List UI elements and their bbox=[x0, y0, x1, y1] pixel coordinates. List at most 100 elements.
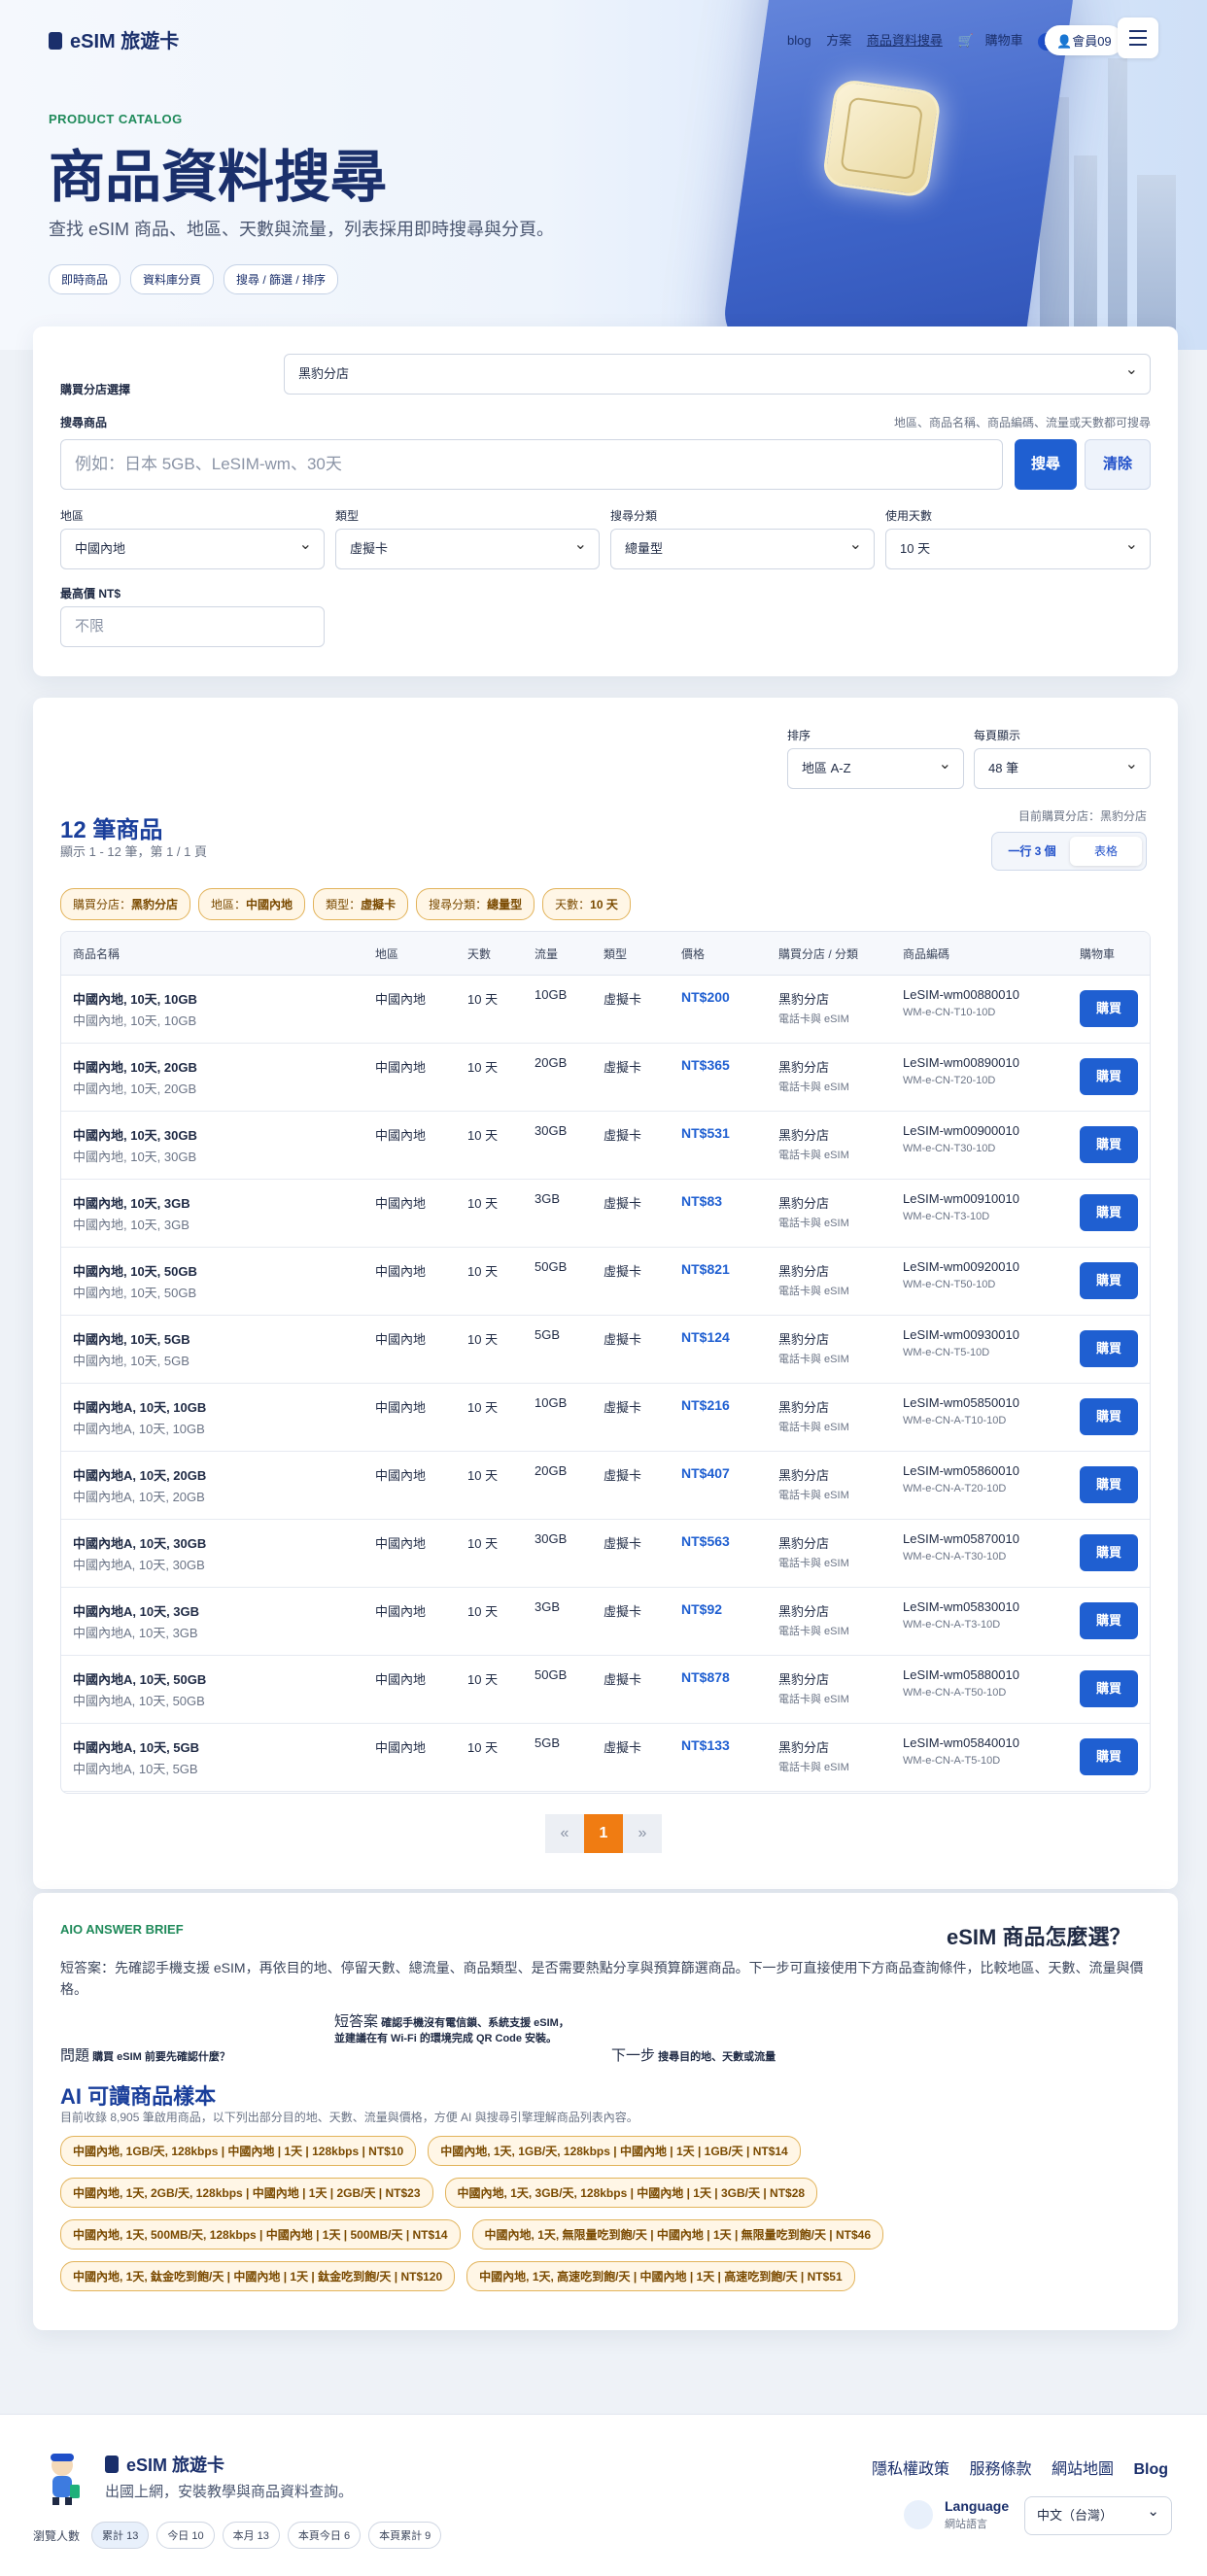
sample-tag[interactable]: 中國內地, 1天, 500MB/天, 128kbps | 中國內地 | 1天 |… bbox=[60, 2219, 461, 2250]
stat-badge: 本頁累計 9 bbox=[368, 2522, 442, 2549]
buy-button[interactable]: 購買 bbox=[1080, 1058, 1138, 1095]
search-hint: 地區、商品名稱、商品編碼、流量或天數都可搜尋 bbox=[893, 416, 1151, 429]
cell-region: 中國內地 bbox=[375, 1672, 427, 1687]
table-header: 商品名稱 地區 天數 流量 類型 價格 購買分店 / 分類 商品編碼 購物車 bbox=[61, 932, 1150, 976]
filter-tag[interactable]: 購買分店：黑豹分店 bbox=[60, 888, 191, 920]
cell-region: 中國內地 bbox=[375, 1196, 427, 1211]
search-button[interactable]: 搜尋 bbox=[1015, 439, 1077, 490]
cell-name: 中國內地, 10天, 10GB bbox=[73, 992, 197, 1007]
footer-link-privacy[interactable]: 隱私權政策 bbox=[872, 2461, 949, 2478]
next-page-button[interactable]: » bbox=[623, 1814, 662, 1853]
days-select[interactable]: 10 天 bbox=[885, 526, 1151, 569]
cell-price: NT$83 bbox=[681, 1193, 723, 1209]
view-grid-button[interactable]: 一行 3 個 bbox=[996, 837, 1068, 866]
cell-sub: 中國內地A, 10天, 30GB bbox=[73, 1558, 205, 1572]
filter-tag[interactable]: 類型：虛擬卡 bbox=[313, 888, 409, 920]
store-select[interactable]: 黑豹分店 bbox=[284, 351, 1151, 395]
buy-button[interactable]: 購買 bbox=[1080, 990, 1138, 1027]
sample-tag[interactable]: 中國內地, 1天, 高速吃到飽/天 | 中國內地 | 1天 | 高速吃到飽/天 … bbox=[466, 2261, 855, 2291]
cell-type: 虛擬卡 bbox=[604, 1264, 642, 1279]
cell-data: 5GB bbox=[535, 1735, 561, 1750]
cell-type: 虛擬卡 bbox=[604, 1604, 642, 1619]
cell-sub: 中國內地, 10天, 5GB bbox=[73, 1354, 190, 1368]
cell-code2: WM-e-CN-A-T10-10D bbox=[903, 1415, 1007, 1426]
visitor-stats: 瀏覽人數 累計 13 今日 10 本月 13 本頁今日 6 本頁累計 9 bbox=[33, 2522, 442, 2549]
buy-button[interactable]: 購買 bbox=[1080, 1262, 1138, 1299]
type-select[interactable]: 虛擬卡 bbox=[335, 526, 600, 569]
buy-button[interactable]: 購買 bbox=[1080, 1466, 1138, 1503]
sample-tag[interactable]: 中國內地, 1天, 1GB/天, 128kbps | 中國內地 | 1天 | 1… bbox=[428, 2136, 801, 2166]
footer-link-terms[interactable]: 服務條款 bbox=[970, 2461, 1032, 2478]
buy-button[interactable]: 購買 bbox=[1080, 1398, 1138, 1435]
cell-type: 虛擬卡 bbox=[604, 992, 642, 1007]
cell-sub: 中國內地A, 10天, 3GB bbox=[73, 1626, 198, 1640]
footer-link-sitemap[interactable]: 網站地圖 bbox=[1052, 2461, 1114, 2478]
cell-data: 3GB bbox=[535, 1191, 561, 1206]
buy-button[interactable]: 購買 bbox=[1080, 1534, 1138, 1571]
sample-tags: 中國內地, 1GB/天, 128kbps | 中國內地 | 1天 | 128kb… bbox=[60, 2136, 1149, 2291]
max-price-input[interactable]: 不限 bbox=[60, 606, 325, 647]
cell-store: 黑豹分店 bbox=[778, 1128, 830, 1143]
nav-link-plans[interactable]: 方案 bbox=[826, 33, 851, 48]
results-panel: 排序 地區 A-Z 每頁顯示 48 筆 12 筆商品 顯示 1 - 12 筆，第… bbox=[33, 698, 1178, 1889]
cell-cat: 電話卡與 eSIM bbox=[778, 1422, 849, 1433]
sample-tag[interactable]: 中國內地, 1天, 3GB/天, 128kbps | 中國內地 | 1天 | 3… bbox=[444, 2178, 818, 2208]
cell-store: 黑豹分店 bbox=[778, 1060, 830, 1075]
footer-link-blog[interactable]: Blog bbox=[1133, 2461, 1168, 2478]
cell-code2: WM-e-CN-T3-10D bbox=[903, 1211, 990, 1222]
category-select[interactable]: 總量型 bbox=[610, 526, 875, 569]
filter-tag[interactable]: 搜尋分類：總量型 bbox=[416, 888, 535, 920]
cell-code: LeSIM-wm05860010 bbox=[903, 1463, 1019, 1478]
buy-button[interactable]: 購買 bbox=[1080, 1194, 1138, 1231]
sort-select[interactable]: 地區 A-Z bbox=[787, 745, 964, 789]
table-row: 中國內地A, 10天, 3GB 中國內地A, 10天, 3GB 中國內地 10 天 3G… bbox=[61, 1588, 1150, 1656]
cell-days: 10 天 bbox=[467, 1672, 499, 1687]
buy-button[interactable]: 購買 bbox=[1080, 1738, 1138, 1775]
sample-tag[interactable]: 中國內地, 1天, 鈦金吃到飽/天 | 中國內地 | 1天 | 鈦金吃到飽/天 … bbox=[60, 2261, 456, 2291]
search-panel: 購買分店選擇 黑豹分店 搜尋商品 地區、商品名稱、商品編碼、流量或天數都可搜尋 … bbox=[33, 326, 1178, 676]
site-logo[interactable]: eSIM 旅遊卡 bbox=[49, 25, 179, 53]
hero-chips: 即時商品 資料庫分頁 搜尋 / 篩選 / 排序 bbox=[49, 264, 339, 294]
prev-page-button[interactable]: « bbox=[545, 1814, 584, 1853]
cell-code: LeSIM-wm00910010 bbox=[903, 1191, 1019, 1206]
aio-answer: 短答案：先確認手機支援 eSIM，再依目的地、停留天數、總流量、商品類型、是否需… bbox=[60, 1960, 1144, 1997]
filter-tag[interactable]: 地區：中國內地 bbox=[198, 888, 306, 920]
cell-code2: WM-e-CN-A-T5-10D bbox=[903, 1755, 1001, 1767]
cell-cat: 電話卡與 eSIM bbox=[778, 1150, 849, 1161]
buy-button[interactable]: 購買 bbox=[1080, 1602, 1138, 1639]
skyline-building bbox=[1108, 58, 1127, 350]
filter-tag[interactable]: 天數：10 天 bbox=[542, 888, 631, 920]
table-row: 中國內地, 10天, 30GB 中國內地, 10天, 30GB 中國內地 10 天 30… bbox=[61, 1112, 1150, 1180]
visitor-stats-label: 瀏覽人數 bbox=[33, 2528, 81, 2543]
menu-button[interactable] bbox=[1118, 17, 1158, 58]
search-input[interactable]: 例如：日本 5GB、LeSIM-wm、30天 bbox=[60, 439, 1003, 490]
cell-region: 中國內地 bbox=[375, 1400, 427, 1415]
sample-tag[interactable]: 中國內地, 1天, 2GB/天, 128kbps | 中國內地 | 1天 | 2… bbox=[60, 2178, 433, 2208]
cell-data: 30GB bbox=[535, 1531, 568, 1546]
region-select[interactable]: 中國內地 bbox=[60, 526, 325, 569]
buy-button[interactable]: 購買 bbox=[1080, 1670, 1138, 1707]
col-header: 類型 bbox=[604, 947, 628, 961]
footer-logo[interactable]: eSIM 旅遊卡 bbox=[105, 2452, 224, 2477]
cell-code: LeSIM-wm00930010 bbox=[903, 1327, 1019, 1342]
clear-button[interactable]: 清除 bbox=[1085, 439, 1151, 490]
table-row: 中國內地A, 10天, 5GB 中國內地A, 10天, 5GB 中國內地 10 天 5G… bbox=[61, 1724, 1150, 1792]
sample-tag[interactable]: 中國內地, 1天, 無限量吃到飽/天 | 中國內地 | 1天 | 無限量吃到飽/… bbox=[471, 2219, 884, 2250]
nav-link-blog[interactable]: blog bbox=[787, 33, 811, 48]
sample-tag[interactable]: 中國內地, 1GB/天, 128kbps | 中國內地 | 1天 | 128kb… bbox=[60, 2136, 417, 2166]
cell-price: NT$200 bbox=[681, 989, 730, 1005]
page-1-button[interactable]: 1 bbox=[584, 1814, 623, 1853]
per-page-select[interactable]: 48 筆 bbox=[974, 745, 1151, 789]
nav-link-product-search[interactable]: 商品資料搜尋 bbox=[867, 33, 943, 48]
language-subtitle: 網站語言 bbox=[945, 2519, 987, 2530]
table-row: 中國內地A, 10天, 50GB 中國內地A, 10天, 50GB 中國內地 10 天… bbox=[61, 1656, 1150, 1724]
buy-button[interactable]: 購買 bbox=[1080, 1126, 1138, 1163]
member-button[interactable]: 👤會員09 bbox=[1045, 25, 1123, 55]
cell-code: LeSIM-wm05850010 bbox=[903, 1395, 1019, 1410]
table-row: 中國內地A, 10天, 20GB 中國內地A, 10天, 20GB 中國內地 10 天… bbox=[61, 1452, 1150, 1520]
cell-price: NT$878 bbox=[681, 1669, 730, 1685]
view-table-button[interactable]: 表格 bbox=[1070, 837, 1142, 866]
language-select[interactable]: 中文（台灣） bbox=[1024, 2493, 1172, 2535]
buy-button[interactable]: 購買 bbox=[1080, 1330, 1138, 1367]
stat-badge: 今日 10 bbox=[156, 2522, 215, 2549]
